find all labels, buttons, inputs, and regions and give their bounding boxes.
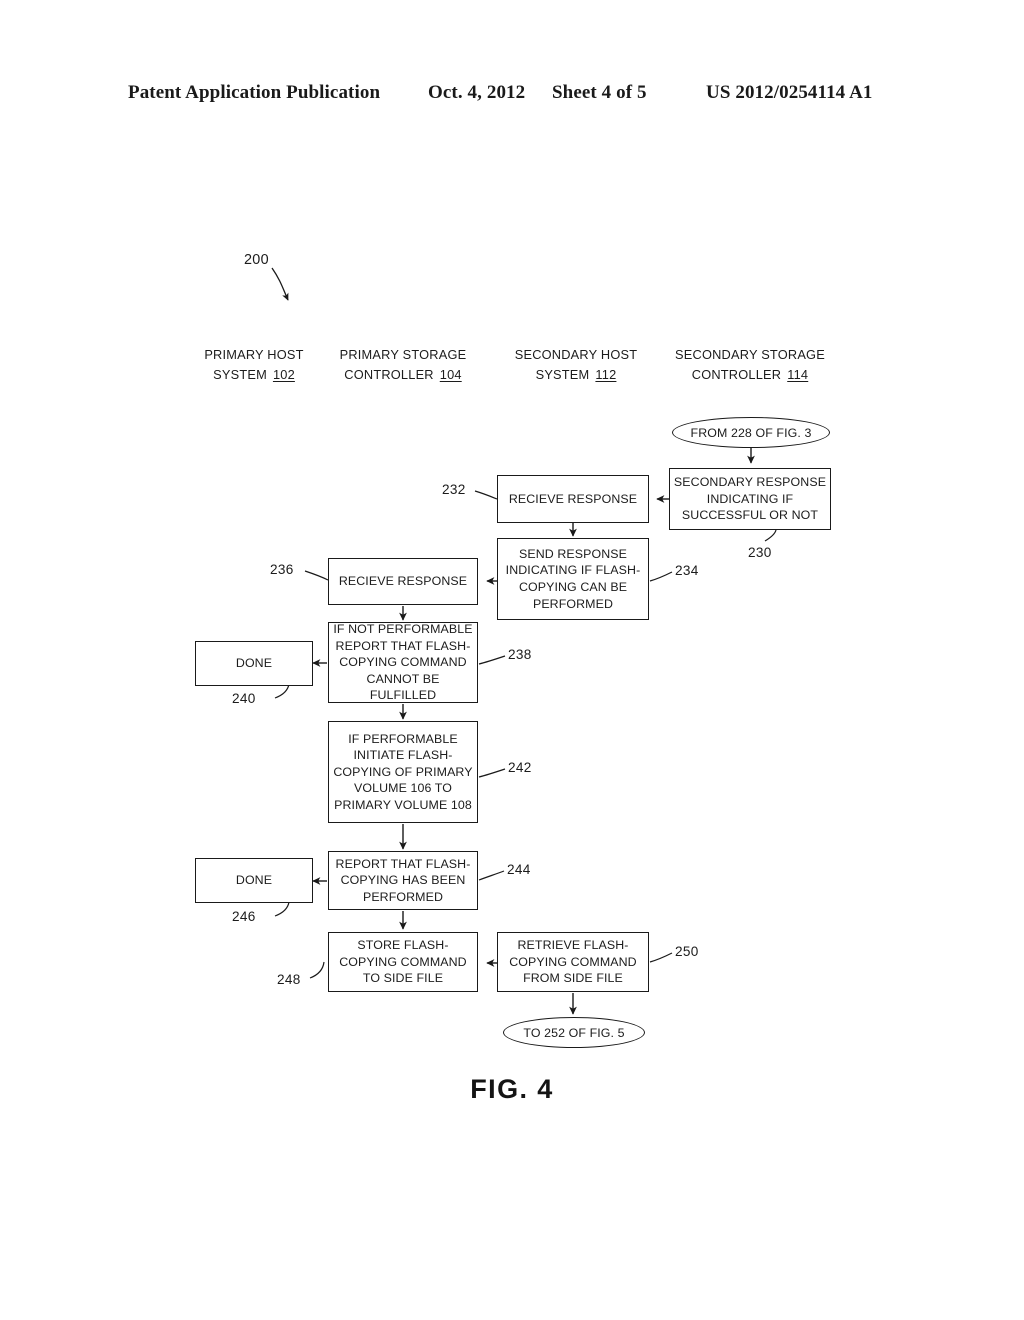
column-header-line2-wrap: CONTROLLER 114 (660, 365, 840, 385)
column-header-primary-host-system: PRIMARY HOST SYSTEM 102 (180, 345, 328, 385)
ref-label-238: 238 (508, 647, 532, 662)
node-retrieve-flash-copying-command-label: RETRIEVE FLASH-COPYING COMMAND FROM SIDE… (509, 938, 637, 986)
node-send-response-flash-copying: SEND RESPONSE INDICATING IF FLASH-COPYIN… (497, 538, 649, 620)
ref-label-244: 244 (507, 862, 531, 877)
node-secondary-response: SECONDARY RESPONSE INDICATING IF SUCCESS… (669, 468, 831, 530)
patent-figure-4: 200 PRIMARY HOST SYSTEM 102 PRIMARY STORA… (0, 0, 1024, 1320)
node-store-flash-copying-command: STORE FLASH-COPYING COMMAND TO SIDE FILE (328, 932, 478, 992)
node-if-not-performable-report: IF NOT PERFORMABLE REPORT THAT FLASH-COP… (328, 622, 478, 703)
connector-to-252: TO 252 OF FIG. 5 (503, 1017, 645, 1048)
ref-label-236: 236 (270, 562, 294, 577)
column-header-line2: SYSTEM (213, 367, 267, 382)
node-done-not-performable: DONE (195, 641, 313, 686)
node-report-flash-copying-performed: REPORT THAT FLASH-COPYING HAS BEEN PERFO… (328, 851, 478, 910)
connector-to-252-label: TO 252 OF FIG. 5 (523, 1025, 625, 1040)
column-header-secondary-storage-controller: SECONDARY STORAGE CONTROLLER 114 (660, 345, 840, 385)
node-store-flash-copying-command-label: STORE FLASH-COPYING COMMAND TO SIDE FILE (339, 938, 467, 986)
column-header-line2-wrap: SYSTEM 102 (180, 365, 328, 385)
column-header-primary-storage-controller: PRIMARY STORAGE CONTROLLER 104 (318, 345, 488, 385)
ref-label-246: 246 (232, 909, 256, 924)
node-recieve-response-secondary-host-label: RECIEVE RESPONSE (508, 491, 638, 506)
connector-from-228-label: FROM 228 OF FIG. 3 (690, 425, 812, 440)
node-done-not-performable-label: DONE (235, 656, 273, 671)
column-header-line2: CONTROLLER (691, 367, 782, 382)
ref-label-230: 230 (748, 545, 772, 560)
column-header-ref: 104 (439, 367, 462, 382)
column-header-line2: SYSTEM (535, 367, 590, 382)
node-recieve-response-secondary-host: RECIEVE RESPONSE (497, 475, 649, 523)
column-header-secondary-host-system: SECONDARY HOST SYSTEM 112 (494, 345, 658, 385)
column-header-line2-wrap: SYSTEM 112 (494, 365, 658, 385)
node-if-performable-initiate-flash-copying-label: IF PERFORMABLE INITIATE FLASH-COPYING OF… (333, 731, 473, 812)
node-if-not-performable-report-label: IF NOT PERFORMABLE REPORT THAT FLASH-COP… (333, 622, 473, 703)
node-report-flash-copying-performed-label: REPORT THAT FLASH-COPYING HAS BEEN PERFO… (335, 856, 471, 904)
ref-label-232: 232 (442, 482, 466, 497)
ref-label-240: 240 (232, 691, 256, 706)
node-retrieve-flash-copying-command: RETRIEVE FLASH-COPYING COMMAND FROM SIDE… (497, 932, 649, 992)
column-header-ref: 114 (787, 367, 809, 382)
ref-label-242: 242 (508, 760, 532, 775)
column-header-line1: SECONDARY STORAGE (675, 347, 825, 362)
node-secondary-response-label: SECONDARY RESPONSE INDICATING IF SUCCESS… (673, 475, 827, 523)
node-done-performed: DONE (195, 858, 313, 903)
column-header-line1: PRIMARY STORAGE (339, 347, 467, 362)
ref-label-234: 234 (675, 563, 699, 578)
node-send-response-flash-copying-label: SEND RESPONSE INDICATING IF FLASH-COPYIN… (505, 546, 641, 611)
ref-label-250: 250 (675, 944, 699, 959)
node-done-performed-label: DONE (235, 873, 273, 888)
node-if-performable-initiate-flash-copying: IF PERFORMABLE INITIATE FLASH-COPYING OF… (328, 721, 478, 823)
column-header-line1: SECONDARY HOST (514, 347, 638, 362)
node-recieve-response-primary-storage: RECIEVE RESPONSE (328, 558, 478, 605)
column-header-line1: PRIMARY HOST (204, 347, 304, 362)
connector-from-228: FROM 228 OF FIG. 3 (672, 417, 830, 448)
column-header-ref: 112 (595, 367, 617, 382)
column-header-ref: 102 (272, 367, 295, 382)
column-header-line2-wrap: CONTROLLER 104 (318, 365, 488, 385)
ref-label-248: 248 (277, 972, 301, 987)
diagram-ref-200: 200 (244, 252, 269, 268)
node-recieve-response-primary-storage-label: RECIEVE RESPONSE (338, 574, 468, 589)
figure-caption: FIG. 4 (470, 1074, 554, 1104)
column-header-line2: CONTROLLER (344, 367, 434, 382)
